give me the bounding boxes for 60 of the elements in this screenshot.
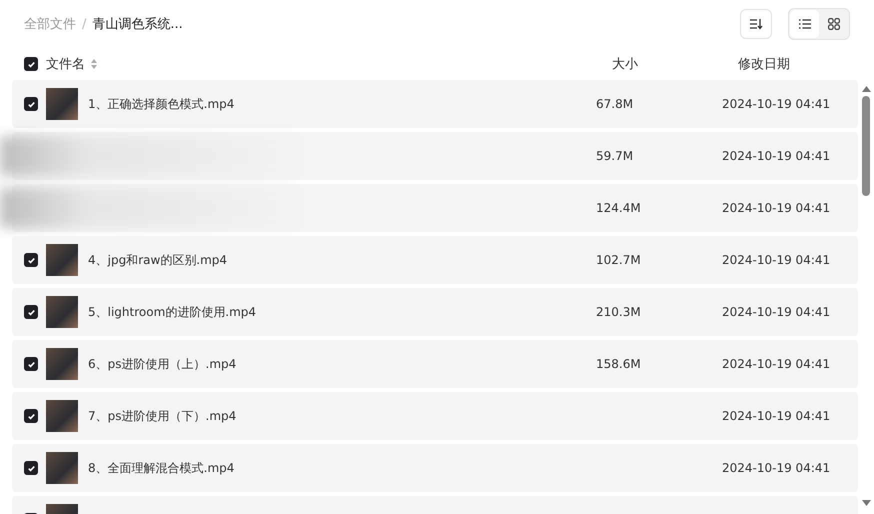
list-icon (798, 19, 810, 29)
check-icon (26, 412, 36, 420)
file-size: 124.4M (596, 201, 641, 215)
row-checkbox[interactable] (24, 461, 38, 475)
breadcrumb-item: 青山调色系统... (92, 16, 183, 33)
file-row[interactable]: 5、lightroom的进阶使用.mp4 210.3M 2024-10-19 04:41 (12, 288, 858, 336)
scrollbar-thumb[interactable] (862, 96, 870, 196)
row-checkbox[interactable] (24, 97, 38, 111)
check-icon (26, 360, 36, 368)
file-row[interactable]: 6、ps进阶使用（上）.mp4 158.6M 2024-10-19 04:41 (12, 340, 858, 388)
modified-date: 2024-10-19 04:41 (722, 97, 830, 111)
row-checkbox[interactable] (24, 357, 38, 371)
column-header[interactable]: 修改日期 (738, 57, 790, 72)
file-name: 6、ps进阶使用（上）.mp4 (88, 356, 236, 370)
breadcrumb-separator: / (82, 16, 86, 32)
row-checkbox[interactable] (24, 305, 38, 319)
modified-date: 2024-10-19 04:41 (722, 409, 830, 423)
file-row[interactable]: 1、正确选择颜色模式.mp4 67.8M 2024-10-19 04:41 (12, 80, 858, 128)
scroll-down-icon[interactable] (862, 500, 870, 506)
file-row[interactable]: 4、jpg和raw的区别.mp4 102.7M 2024-10-19 04:41 (12, 236, 858, 284)
check-icon (26, 256, 36, 264)
file-name: 8、全面理解混合模式.mp4 (88, 460, 234, 474)
check-icon (26, 308, 36, 316)
select-all-checkbox[interactable] (24, 57, 38, 71)
grid-icon (828, 18, 840, 30)
file-name: 1、正确选择颜色模式.mp4 (88, 96, 234, 110)
modified-date: 2024-10-19 04:41 (722, 461, 830, 475)
modified-date: 2024-10-19 04:41 (722, 149, 830, 163)
sort-button[interactable] (740, 9, 772, 39)
modified-date: 2024-10-19 04:41 (722, 201, 830, 215)
modified-date: 2024-10-19 04:41 (722, 305, 830, 319)
check-icon (26, 60, 36, 68)
thumbnail-placeholder (46, 296, 78, 328)
file-size: 158.6M (596, 357, 641, 371)
file-name: 4、jpg和raw的区别.mp4 (88, 252, 228, 266)
thumbnail-placeholder (46, 452, 78, 484)
column-header[interactable]: 大小 (612, 57, 638, 72)
row-checkbox[interactable] (24, 253, 38, 267)
file-size: 59.7M (596, 149, 634, 163)
file-name: 5、lightroom的进阶使用.mp4 (88, 304, 256, 318)
file-row[interactable]: 8、全面理解混合模式.mp4 2024-10-19 04:41 (12, 444, 858, 492)
file-size: 67.8M (596, 97, 634, 111)
column-header[interactable]: 文件名 (46, 55, 85, 73)
check-icon (26, 464, 36, 472)
thumbnail-placeholder (46, 244, 78, 276)
check-icon (26, 100, 36, 108)
file-row[interactable]: 7、ps进阶使用（下）.mp4 2024-10-19 04:41 (12, 392, 858, 440)
scroll-up-icon[interactable] (862, 86, 870, 92)
sort-order-icon (749, 18, 763, 30)
file-name: 7、ps进阶使用（下）.mp4 (88, 408, 236, 422)
thumbnail-placeholder (46, 400, 78, 432)
row-checkbox[interactable] (24, 409, 38, 423)
modified-date: 2024-10-19 04:41 (722, 357, 830, 371)
list-view-button[interactable] (790, 10, 819, 38)
modified-date: 2024-10-19 04:41 (722, 253, 830, 267)
sort-icon (91, 59, 97, 69)
file-size: 102.7M (596, 253, 641, 267)
thumbnail-placeholder (46, 348, 78, 380)
thumbnail-placeholder (46, 88, 78, 120)
file-size: 210.3M (596, 305, 641, 319)
